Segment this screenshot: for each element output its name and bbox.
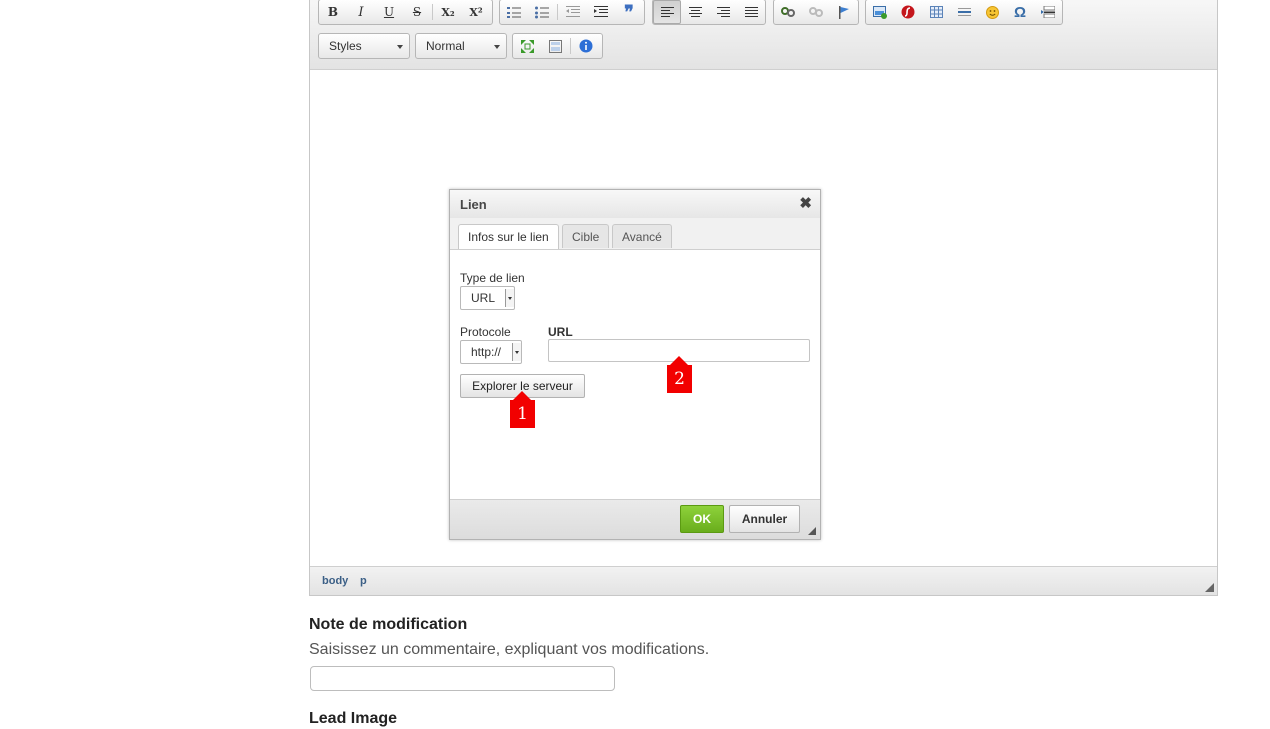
editor-toolbar: B I U S X₂ X² ❞ Ω Styles Normal — [310, 0, 1217, 70]
callout-marker-2: 2 — [667, 356, 692, 393]
resize-grip-icon[interactable] — [808, 527, 816, 535]
chevron-down-icon — [505, 289, 514, 307]
link-type-label: Type de lien — [460, 271, 525, 285]
outdent-icon[interactable] — [559, 0, 587, 24]
justify-icon[interactable] — [737, 0, 765, 24]
superscript-icon[interactable]: X² — [462, 0, 490, 24]
protocol-select[interactable]: http:// — [460, 340, 522, 364]
editor-statusbar: body p — [310, 566, 1217, 595]
tab-link-info[interactable]: Infos sur le lien — [458, 224, 559, 249]
link-type-value: URL — [471, 291, 496, 305]
dialog-title: Lien — [460, 197, 487, 212]
basic-styles-group: B I U S X₂ X² — [318, 0, 493, 25]
flash-icon[interactable] — [894, 0, 922, 24]
tools-group — [512, 33, 603, 59]
toolbar-separator — [557, 4, 558, 20]
note-input[interactable] — [310, 666, 615, 691]
link-type-select[interactable]: URL — [460, 286, 515, 310]
ok-button[interactable]: OK — [680, 505, 724, 533]
path-p[interactable]: p — [360, 575, 367, 587]
align-center-icon[interactable] — [681, 0, 709, 24]
dialog-titlebar[interactable]: Lien ✖ — [450, 190, 820, 219]
toolbar-separator — [570, 38, 571, 54]
chevron-down-icon — [494, 45, 500, 49]
anchor-icon[interactable] — [830, 0, 858, 24]
subscript-icon[interactable]: X₂ — [434, 0, 462, 24]
show-blocks-icon[interactable] — [541, 34, 569, 58]
alignment-group — [652, 0, 766, 25]
path-body[interactable]: body — [322, 575, 348, 587]
bulleted-list-icon[interactable] — [528, 0, 556, 24]
tab-advanced[interactable]: Avancé — [612, 224, 672, 248]
styles-combo-label: Styles — [329, 39, 362, 53]
dialog-footer: OK Annuler — [450, 499, 820, 539]
indent-icon[interactable] — [587, 0, 615, 24]
protocol-value: http:// — [471, 345, 502, 359]
horizontal-rule-icon[interactable] — [950, 0, 978, 24]
chevron-down-icon — [512, 343, 521, 361]
italic-icon[interactable]: I — [347, 0, 375, 24]
chevron-down-icon — [397, 45, 403, 49]
callout-marker-1: 1 — [510, 391, 535, 428]
protocol-label: Protocole — [460, 325, 511, 339]
maximize-icon[interactable] — [513, 34, 541, 58]
cancel-button[interactable]: Annuler — [729, 505, 800, 533]
bold-icon[interactable]: B — [319, 0, 347, 24]
underline-icon[interactable]: U — [375, 0, 403, 24]
format-combo-label: Normal — [426, 39, 465, 53]
format-combo[interactable]: Normal — [415, 33, 507, 59]
note-title: Note de modification — [309, 616, 468, 633]
resize-grip-icon[interactable] — [1205, 583, 1214, 592]
lead-image-title: Lead Image — [309, 710, 398, 727]
dialog-tabs: Infos sur le lien Cible Avancé — [450, 218, 820, 250]
smiley-icon[interactable] — [978, 0, 1006, 24]
numbered-list-icon[interactable] — [500, 0, 528, 24]
image-icon[interactable] — [866, 0, 894, 24]
note-help: Saisissez un commentaire, expliquant vos… — [309, 641, 710, 658]
unlink-icon[interactable] — [802, 0, 830, 24]
url-label: URL — [548, 325, 573, 339]
align-right-icon[interactable] — [709, 0, 737, 24]
page-break-icon[interactable] — [1034, 0, 1062, 24]
close-icon[interactable]: ✖ — [799, 194, 812, 212]
toolbar-separator — [432, 4, 433, 20]
blockquote-icon[interactable]: ❞ — [615, 0, 643, 24]
about-icon[interactable] — [572, 34, 600, 58]
links-group — [773, 0, 859, 25]
link-dialog: Lien ✖ Infos sur le lien Cible Avancé Ty… — [449, 189, 821, 540]
strikethrough-icon[interactable]: S — [403, 0, 431, 24]
paragraph-group: ❞ — [499, 0, 645, 25]
align-left-icon[interactable] — [653, 0, 681, 24]
special-char-icon[interactable]: Ω — [1006, 0, 1034, 24]
link-icon[interactable] — [774, 0, 802, 24]
table-icon[interactable] — [922, 0, 950, 24]
styles-combo[interactable]: Styles — [318, 33, 410, 59]
insert-group: Ω — [865, 0, 1063, 25]
tab-target[interactable]: Cible — [562, 224, 610, 248]
